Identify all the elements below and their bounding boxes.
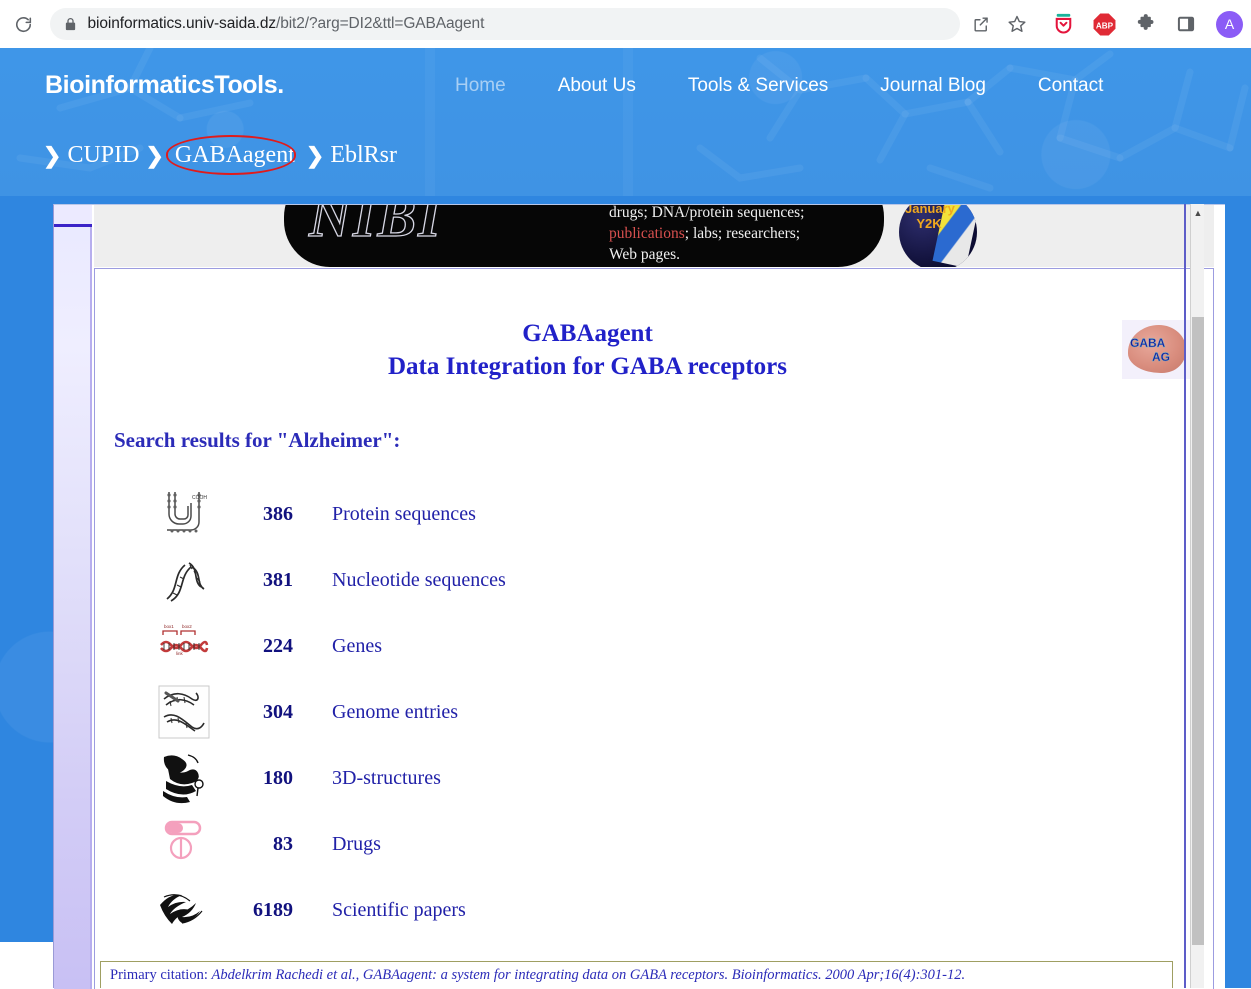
result-row[interactable]: 304 Genome entries xyxy=(155,679,875,745)
results-heading: Search results for "Alzheimer": xyxy=(114,428,401,452)
banner-desc-publications: publications xyxy=(609,225,685,242)
site-header: BioinformaticsTools. Home About Us Tools… xyxy=(0,48,1251,196)
chevron-right-icon: ❯ xyxy=(305,142,325,168)
banner-logo-text: NIBI xyxy=(308,205,443,250)
side-panel-button[interactable] xyxy=(1171,9,1201,39)
breadcrumb: ❯ CUPID ❯ GABAagent ❯ EblRsr xyxy=(37,135,397,175)
breadcrumb-item-gabaagent[interactable]: GABAagent xyxy=(165,135,300,175)
page-title-line1: GABAagent xyxy=(522,320,653,347)
bookmark-button[interactable] xyxy=(1002,9,1032,39)
primary-citation-bar: Primary citation: Abdelkrim Rachedi et a… xyxy=(100,961,1173,988)
pocket-extension-button[interactable] xyxy=(1048,9,1078,39)
url-text: bioinformatics.univ-saida.dz/bit2/?arg=D… xyxy=(87,15,485,32)
result-row[interactable]: 6189 Scientific papers xyxy=(155,877,875,943)
reload-icon xyxy=(16,16,32,32)
avatar[interactable]: A xyxy=(1216,10,1243,38)
scrollbar-thumb[interactable] xyxy=(1192,317,1204,945)
svg-text:ABP: ABP xyxy=(1095,21,1113,30)
dna-helix-icon xyxy=(155,552,213,608)
citation-body: Abdelkrim Rachedi et al., GABAagent: a s… xyxy=(211,966,966,983)
drug-pill-icon xyxy=(155,816,213,872)
nav-item-home[interactable]: Home xyxy=(455,75,506,97)
logo-label-gaba: GABA xyxy=(1130,336,1166,350)
share-button[interactable] xyxy=(966,9,996,39)
result-label[interactable]: Scientific papers xyxy=(295,899,466,922)
chevron-right-icon: ❯ xyxy=(145,142,164,168)
adblock-plus-button[interactable]: ABP xyxy=(1089,9,1119,39)
result-count: 304 xyxy=(263,700,293,723)
breadcrumb-item-cupid[interactable]: CUPID xyxy=(67,142,139,169)
citation-text: Primary citation: Abdelkrim Rachedi et a… xyxy=(110,967,965,984)
gene-map-icon: box1 box2 link xyxy=(155,618,213,674)
result-label[interactable]: Drugs xyxy=(295,833,381,856)
nav-item-about-us[interactable]: About Us xyxy=(558,75,636,97)
result-label[interactable]: Nucleotide sequences xyxy=(295,569,506,592)
banner-desc-line3: Web pages. xyxy=(609,246,681,263)
browser-toolbar: bioinformatics.univ-saida.dz/bit2/?arg=D… xyxy=(0,0,1251,48)
result-count: 83 xyxy=(273,832,293,855)
extensions-group: ABP xyxy=(1048,9,1201,39)
scientific-paper-icon xyxy=(155,882,213,938)
chevron-right-icon: ❯ xyxy=(43,142,62,168)
left-rail-tab xyxy=(54,205,92,227)
nav-item-journal-blog[interactable]: Journal Blog xyxy=(880,75,986,97)
svg-text:COOH: COOH xyxy=(192,495,207,501)
extensions-button[interactable] xyxy=(1130,9,1160,39)
avatar-letter: A xyxy=(1224,16,1235,32)
protein-sequence-icon: COOH xyxy=(155,486,213,542)
logo-label-ag: AG xyxy=(1152,350,1170,364)
left-rail-decoration xyxy=(54,205,92,989)
lock-icon xyxy=(64,17,77,32)
scroll-up-arrow-icon[interactable]: ▲ xyxy=(1191,209,1205,218)
result-count: 381 xyxy=(263,568,293,591)
nav-item-tools-services[interactable]: Tools & Services xyxy=(688,75,828,97)
result-label[interactable]: Protein sequences xyxy=(295,503,476,526)
gabaagent-logo: GABA AG xyxy=(1122,320,1192,379)
address-bar[interactable]: bioinformatics.univ-saida.dz/bit2/?arg=D… xyxy=(49,8,960,40)
genome-icon xyxy=(155,684,213,740)
document-scrollbar[interactable]: ▲ xyxy=(1190,204,1204,988)
pocket-icon xyxy=(1055,13,1071,34)
result-label[interactable]: Genes xyxy=(295,635,382,658)
sidepanel-icon xyxy=(1177,16,1195,32)
page-title: GABAagent Data Integration for GABA rece… xyxy=(95,317,1080,383)
result-row[interactable]: COOH 386 Protein sequences xyxy=(155,481,875,547)
result-row[interactable]: 381 Nucleotide sequences xyxy=(155,547,875,613)
badge-label: January Y2K xyxy=(905,205,955,231)
result-count: 6189 xyxy=(253,898,293,921)
page-title-line2: Data Integration for GABA receptors xyxy=(387,353,787,380)
result-row[interactable]: box1 box2 link 224 Genes xyxy=(155,613,875,679)
svg-text:box2: box2 xyxy=(182,624,192,629)
result-row[interactable]: 180 3D-structures xyxy=(155,745,875,811)
result-label[interactable]: 3D-structures xyxy=(295,767,441,790)
embedded-document-frame: NIBI drugs; DNA/protein sequences; publi… xyxy=(53,204,1225,989)
3d-structure-icon xyxy=(155,750,213,806)
banner-description: drugs; DNA/protein sequences; publicatio… xyxy=(609,205,909,265)
svg-text:box1: box1 xyxy=(164,624,174,629)
frame-divider xyxy=(1184,204,1186,988)
result-row[interactable]: 83 Drugs xyxy=(155,811,875,877)
banner-award-badge: January Y2K xyxy=(899,205,977,267)
banner-desc-line2-rest: ; labs; researchers; xyxy=(684,225,801,242)
breadcrumb-item-eblrsr[interactable]: EblRsr xyxy=(330,142,397,169)
result-count: 224 xyxy=(263,634,293,657)
star-icon xyxy=(1008,15,1026,32)
content-card: GABAagent Data Integration for GABA rece… xyxy=(94,268,1214,989)
adblock-plus-icon: ABP xyxy=(1091,11,1117,37)
puzzle-extensions-icon xyxy=(1137,13,1153,30)
citation-prefix: Primary citation: xyxy=(110,966,212,983)
reload-button[interactable] xyxy=(7,7,41,41)
result-count: 180 xyxy=(263,766,293,789)
results-list: COOH 386 Protein sequences 381 Nucleotid… xyxy=(155,481,875,943)
banner-desc-line1: drugs; DNA/protein sequences; xyxy=(609,205,805,221)
share-icon xyxy=(973,16,988,32)
site-brand[interactable]: BioinformaticsTools. xyxy=(45,71,284,100)
site-banner: NIBI drugs; DNA/protein sequences; publi… xyxy=(94,205,1214,267)
main-navigation: Home About Us Tools & Services Journal B… xyxy=(455,75,1103,97)
svg-text:link: link xyxy=(176,651,184,656)
nav-item-contact[interactable]: Contact xyxy=(1038,75,1103,97)
result-label[interactable]: Genome entries xyxy=(295,701,458,724)
result-count: 386 xyxy=(263,502,293,525)
